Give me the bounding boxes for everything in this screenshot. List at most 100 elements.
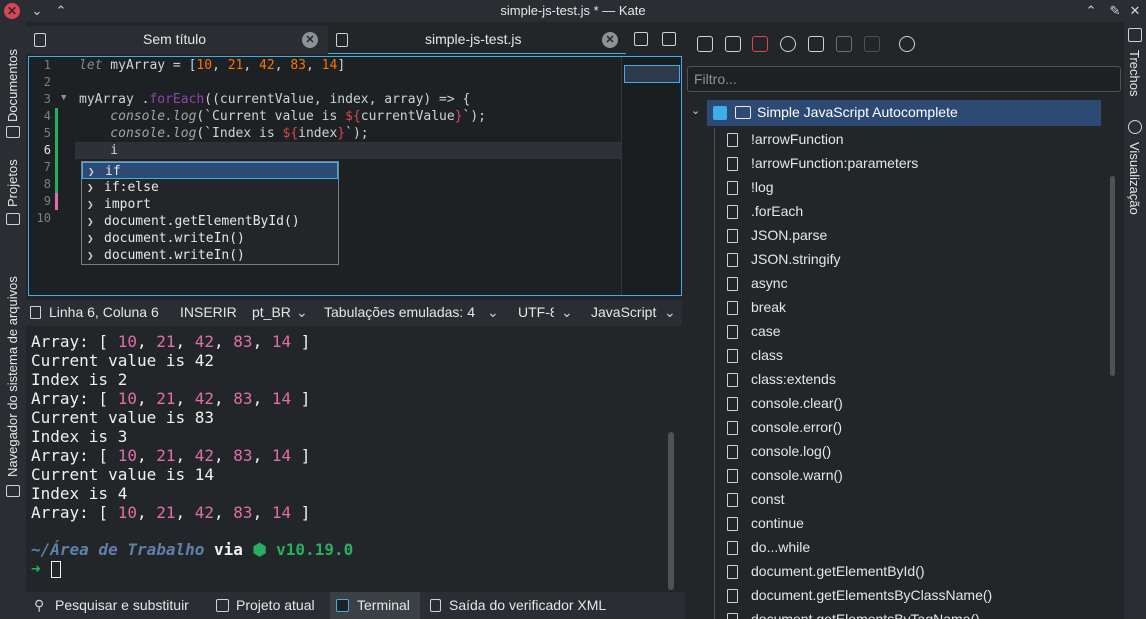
- snippets-panel: Filtro... ⌄ Simple JavaScript Autocomple…: [685, 26, 1123, 619]
- indent-select[interactable]: Tabulações emuladas: 4: [324, 304, 482, 320]
- terminal-line: Index is 2: [31, 370, 128, 389]
- tool-terminal[interactable]: Terminal: [330, 592, 420, 619]
- terminal-line: Array: [ 10, 21, 42, 83, 14 ]: [31, 446, 311, 465]
- snippet-item[interactable]: break: [725, 296, 1105, 320]
- snippet-label: !arrowFunction: [751, 131, 844, 147]
- pin-icon[interactable]: ✎: [1106, 2, 1124, 20]
- snippet-item[interactable]: document.getElementById(): [725, 560, 1105, 584]
- snippet-item[interactable]: JSON.parse: [725, 224, 1105, 248]
- snippet-item[interactable]: class: [725, 344, 1105, 368]
- terminal-line: Index is 4: [31, 484, 128, 503]
- line-number: 3: [43, 92, 51, 106]
- snippet-item[interactable]: continue: [725, 512, 1105, 536]
- dictionary-select[interactable]: pt_BR: [252, 304, 291, 320]
- snippet-item[interactable]: document.getElementsByTagName(): [725, 608, 1105, 619]
- snippet-label: const: [751, 491, 785, 507]
- snippet-item[interactable]: console.error(): [725, 416, 1105, 440]
- snippet-item[interactable]: .forEach: [725, 200, 1105, 224]
- file-icon: [336, 33, 348, 47]
- sidebar-tab-projects[interactable]: Projetos: [0, 147, 26, 227]
- completion-item[interactable]: ❯ document.getElementById(): [82, 213, 338, 230]
- terminal-line: Current value is 42: [31, 351, 215, 370]
- snippet-item[interactable]: case: [725, 320, 1105, 344]
- document-icon: [727, 397, 738, 411]
- snippet-repository[interactable]: Simple JavaScript Autocomplete: [707, 100, 1101, 126]
- tab-simple-js-test[interactable]: simple-js-test.js ✕: [328, 26, 626, 54]
- download-icon[interactable]: [780, 36, 796, 52]
- add-repository-icon[interactable]: [697, 36, 713, 52]
- snippet-label: document.getElementById(): [751, 563, 925, 579]
- code-line-6: i: [79, 143, 119, 158]
- edit-icon[interactable]: [836, 36, 852, 52]
- encoding-select[interactable]: UTF-8: [518, 304, 554, 320]
- snippet-label: break: [751, 299, 787, 315]
- document-icon: [727, 541, 738, 555]
- document-icon: [30, 306, 41, 319]
- tool-search-replace[interactable]: ⚲ Pesquisar e substituir: [28, 592, 206, 619]
- tool-current-project[interactable]: Projeto atual: [210, 592, 326, 619]
- line-number: 10: [36, 211, 51, 225]
- terminal-line: Array: [ 10, 21, 42, 83, 14 ]: [31, 389, 311, 408]
- project-icon: [6, 213, 20, 225]
- modified-change-marker: [55, 193, 58, 210]
- tool-xml-validator-output[interactable]: Saída do verificador XML: [424, 592, 624, 619]
- chevron-down-icon[interactable]: ⌄: [691, 104, 700, 117]
- snippet-item[interactable]: console.warn(): [725, 464, 1105, 488]
- folder-icon: [735, 106, 751, 119]
- sidebar-tab-preview[interactable]: Visualização: [1124, 118, 1146, 238]
- snippet-label: console.warn(): [751, 467, 843, 483]
- project-icon: [216, 599, 229, 612]
- copy-icon[interactable]: [725, 36, 741, 52]
- snippet-item[interactable]: do...while: [725, 536, 1105, 560]
- input-mode[interactable]: INSERIR: [180, 304, 237, 320]
- sidebar-tab-filesystem-browser[interactable]: Navegador do sistema de arquivos: [0, 237, 26, 497]
- snippet-label: class:extends: [751, 371, 836, 387]
- split-view-icon[interactable]: [662, 32, 676, 46]
- terminal-panel[interactable]: Array: [ 10, 21, 42, 83, 14 ] Current va…: [26, 330, 682, 592]
- fold-arrow-icon[interactable]: ▼: [61, 93, 66, 103]
- completion-item[interactable]: ❯ if: [82, 162, 338, 179]
- minimap-viewport[interactable]: [624, 65, 680, 83]
- line-number: 9: [43, 194, 51, 208]
- delete-icon[interactable]: [752, 36, 768, 52]
- new-tab-icon[interactable]: [634, 32, 648, 46]
- completion-item[interactable]: ❯ if:else: [82, 179, 338, 196]
- repository-checkbox[interactable]: [713, 106, 727, 120]
- snippet-filter-input[interactable]: Filtro...: [687, 66, 1121, 92]
- tab-bar: Sem título ✕ simple-js-test.js ✕: [26, 26, 626, 54]
- snippet-label: !arrowFunction:parameters: [751, 155, 919, 171]
- sidebar-tab-snippets[interactable]: Trechos: [1124, 26, 1146, 122]
- completion-item[interactable]: ❯ document.writeIn(): [82, 247, 338, 264]
- delete-snippet-icon[interactable]: [864, 36, 880, 52]
- close-tab-button[interactable]: ✕: [602, 32, 618, 48]
- document-icon: [727, 157, 738, 171]
- completion-item[interactable]: ❯ import: [82, 196, 338, 213]
- snippet-item[interactable]: console.log(): [725, 440, 1105, 464]
- snippet-item[interactable]: console.clear(): [725, 392, 1105, 416]
- snippet-item[interactable]: document.getElementsByClassName(): [725, 584, 1105, 608]
- syntax-select[interactable]: JavaScript: [591, 304, 659, 320]
- snippet-item[interactable]: JSON.stringify: [725, 248, 1105, 272]
- code-line-1: let myArray = [10, 21, 42, 83, 14]: [79, 58, 346, 73]
- get-new-snippets-icon[interactable]: [899, 36, 915, 52]
- terminal-scrollbar[interactable]: [668, 432, 674, 590]
- terminal-line: Array: [ 10, 21, 42, 83, 14 ]: [31, 332, 311, 351]
- completion-item[interactable]: ❯ document.writeIn(): [82, 230, 338, 247]
- snippet-item[interactable]: async: [725, 272, 1105, 296]
- sidebar-tab-documents[interactable]: Documentos: [0, 26, 26, 141]
- cursor-position[interactable]: Linha 6, Coluna 6: [49, 304, 159, 320]
- snippet-item[interactable]: !arrowFunction: [725, 128, 1105, 152]
- snippet-label: case: [751, 323, 781, 339]
- snippet-item[interactable]: !arrowFunction:parameters: [725, 152, 1105, 176]
- tab-untitled[interactable]: Sem título ✕: [26, 26, 326, 54]
- add-snippet-icon[interactable]: [808, 36, 824, 52]
- snippet-item[interactable]: class:extends: [725, 368, 1105, 392]
- snippet-item[interactable]: const: [725, 488, 1105, 512]
- minimap[interactable]: [621, 57, 681, 295]
- close-tab-button[interactable]: ✕: [302, 32, 318, 48]
- keep-above-icon[interactable]: ⌃: [1082, 2, 1100, 20]
- snippet-item[interactable]: !log: [725, 176, 1105, 200]
- tree-guide: [714, 128, 715, 619]
- close-app-icon[interactable]: ✕: [1126, 2, 1144, 20]
- snippet-tree-scrollbar[interactable]: [1110, 176, 1115, 376]
